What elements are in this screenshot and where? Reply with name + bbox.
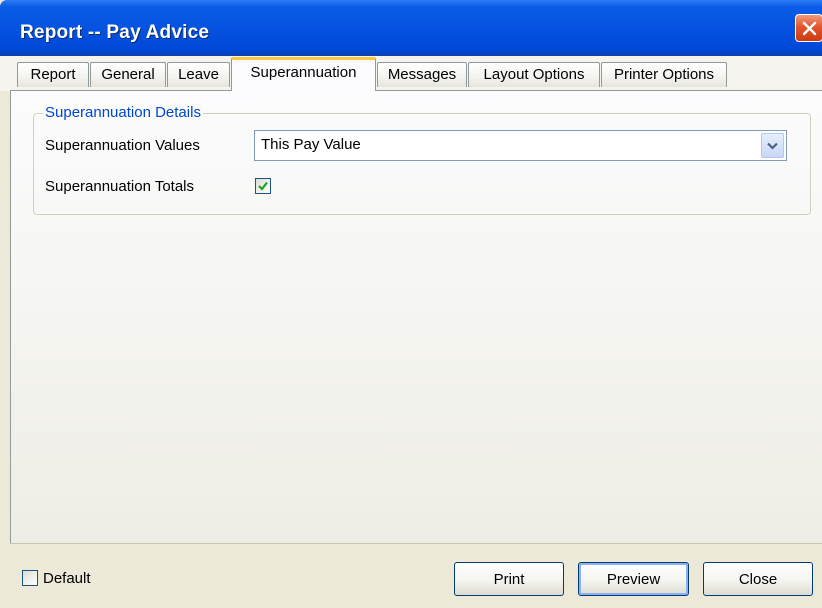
superannuation-values-selected: This Pay Value xyxy=(261,136,361,153)
superannuation-details-group xyxy=(33,113,811,215)
superannuation-totals-label: Superannuation Totals xyxy=(45,178,195,195)
tab-printer-options[interactable]: Printer Options xyxy=(601,62,727,87)
tab-general[interactable]: General xyxy=(90,62,166,87)
default-checkbox[interactable] xyxy=(22,570,38,586)
close-icon xyxy=(802,21,817,36)
preview-button[interactable]: Preview xyxy=(578,562,689,596)
tab-layout-options[interactable]: Layout Options xyxy=(468,62,600,87)
close-window-button[interactable] xyxy=(795,14,822,42)
default-label: Default xyxy=(43,570,91,587)
print-button[interactable]: Print xyxy=(454,562,564,596)
tab-leave[interactable]: Leave xyxy=(167,62,230,87)
check-mark-icon xyxy=(258,181,268,191)
superannuation-values-label: Superannuation Values xyxy=(45,137,200,154)
tab-messages[interactable]: Messages xyxy=(377,62,467,87)
window-title: Report -- Pay Advice xyxy=(20,22,210,43)
superannuation-totals-checkbox[interactable] xyxy=(255,178,271,194)
tab-report[interactable]: Report xyxy=(17,62,89,87)
report-window: Report -- Pay Advice Report General Leav… xyxy=(0,0,822,608)
button-bar xyxy=(10,543,822,608)
superannuation-values-select[interactable]: This Pay Value xyxy=(254,130,787,161)
dropdown-button[interactable] xyxy=(761,133,784,158)
tab-superannuation[interactable]: Superannuation xyxy=(231,57,376,91)
close-button[interactable]: Close xyxy=(703,562,813,596)
chevron-down-icon xyxy=(767,142,778,150)
title-bar[interactable]: Report -- Pay Advice xyxy=(0,0,822,56)
group-title: Superannuation Details xyxy=(43,104,203,122)
